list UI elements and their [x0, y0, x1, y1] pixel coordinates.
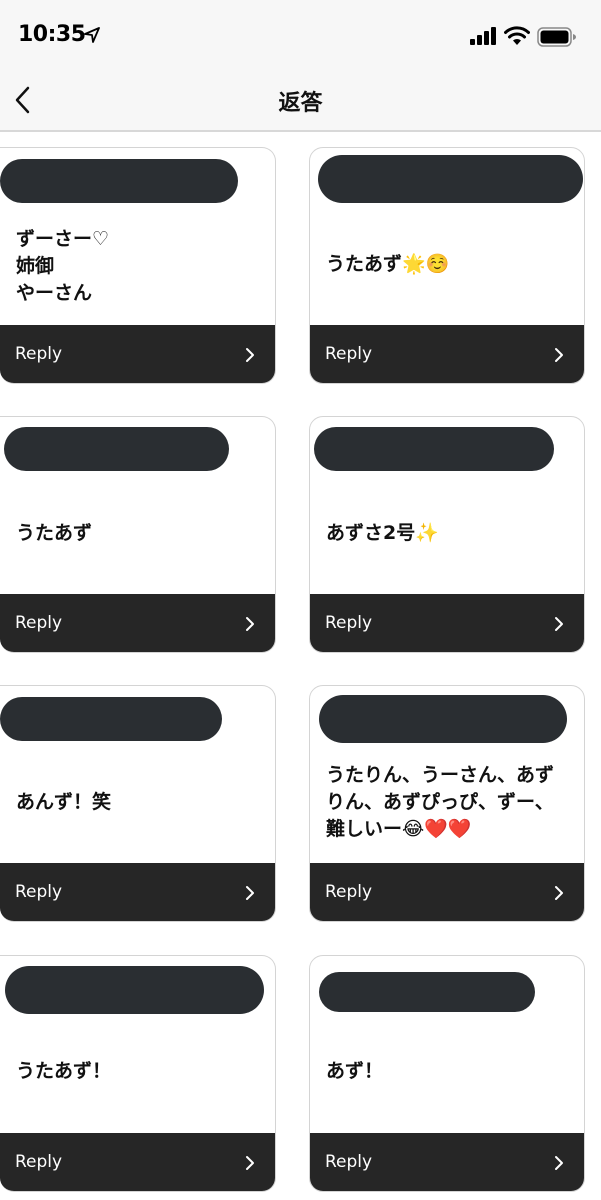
- signal-icon: [470, 27, 496, 45]
- wifi-icon: [504, 26, 530, 45]
- response-card: うたあず！ Reply: [0, 955, 276, 1192]
- location-arrow-icon: [84, 27, 100, 43]
- reply-label: Reply: [325, 613, 373, 633]
- response-card: うたあず🌟☺️ Reply: [309, 147, 585, 384]
- redacted-username: [0, 697, 222, 741]
- reply-button[interactable]: Reply: [0, 863, 275, 921]
- answer-text: うたあず🌟☺️: [326, 253, 450, 275]
- redacted-username: [5, 966, 264, 1014]
- redacted-username: [4, 427, 229, 471]
- chevron-right-icon: [555, 886, 563, 900]
- answer-text: うたりん、うーさん、あずりん、あずぴっぴ、ずー、難しいー😂❤️❤️: [326, 764, 555, 840]
- answer-text: うたあず！: [16, 1060, 112, 1082]
- chevron-right-icon: [246, 348, 254, 362]
- response-card: あずさ2号✨ Reply: [309, 416, 585, 653]
- status-bar: 10:35: [0, 0, 601, 72]
- redacted-username: [319, 695, 567, 743]
- answer-text: あずさ2号✨: [326, 522, 439, 544]
- redacted-username: [319, 972, 535, 1012]
- answer-text: ずーさー♡ 姉御 やーさん: [16, 228, 110, 304]
- reply-button[interactable]: Reply: [0, 325, 275, 383]
- redacted-username: [318, 155, 583, 203]
- chevron-right-icon: [555, 348, 563, 362]
- chevron-right-icon: [555, 1156, 563, 1170]
- nav-bar: 返答: [0, 72, 601, 132]
- answer-text: あんず！笑: [16, 791, 112, 813]
- reply-button[interactable]: Reply: [0, 594, 275, 652]
- page-title: 返答: [278, 91, 323, 116]
- reply-label: Reply: [15, 1152, 63, 1172]
- reply-label: Reply: [325, 882, 373, 902]
- response-card: あんず！笑 Reply: [0, 685, 276, 922]
- battery-icon: [537, 27, 576, 47]
- chevron-right-icon: [246, 617, 254, 631]
- chevron-right-icon: [555, 617, 563, 631]
- reply-button[interactable]: Reply: [0, 1133, 275, 1191]
- reply-button[interactable]: Reply: [310, 1133, 584, 1191]
- reply-label: Reply: [15, 344, 63, 364]
- chevron-right-icon: [246, 1156, 254, 1170]
- answer-text: うたあず: [16, 522, 93, 544]
- status-time: 10:35: [18, 22, 86, 47]
- reply-button[interactable]: Reply: [310, 863, 584, 921]
- reply-label: Reply: [325, 1152, 373, 1172]
- chevron-right-icon: [246, 886, 254, 900]
- response-card: うたりん、うーさん、あずりん、あずぴっぴ、ずー、難しいー😂❤️❤️ Reply: [309, 685, 585, 922]
- reply-label: Reply: [15, 613, 63, 633]
- reply-button[interactable]: Reply: [310, 594, 584, 652]
- redacted-username: [314, 427, 554, 471]
- answer-text: あず！: [326, 1060, 384, 1082]
- response-card: あず！ Reply: [309, 955, 585, 1192]
- response-card: ずーさー♡ 姉御 やーさん Reply: [0, 147, 276, 384]
- redacted-username: [0, 159, 238, 203]
- reply-label: Reply: [15, 882, 63, 902]
- reply-button[interactable]: Reply: [310, 325, 584, 383]
- reply-label: Reply: [325, 344, 373, 364]
- response-card: うたあず Reply: [0, 416, 276, 653]
